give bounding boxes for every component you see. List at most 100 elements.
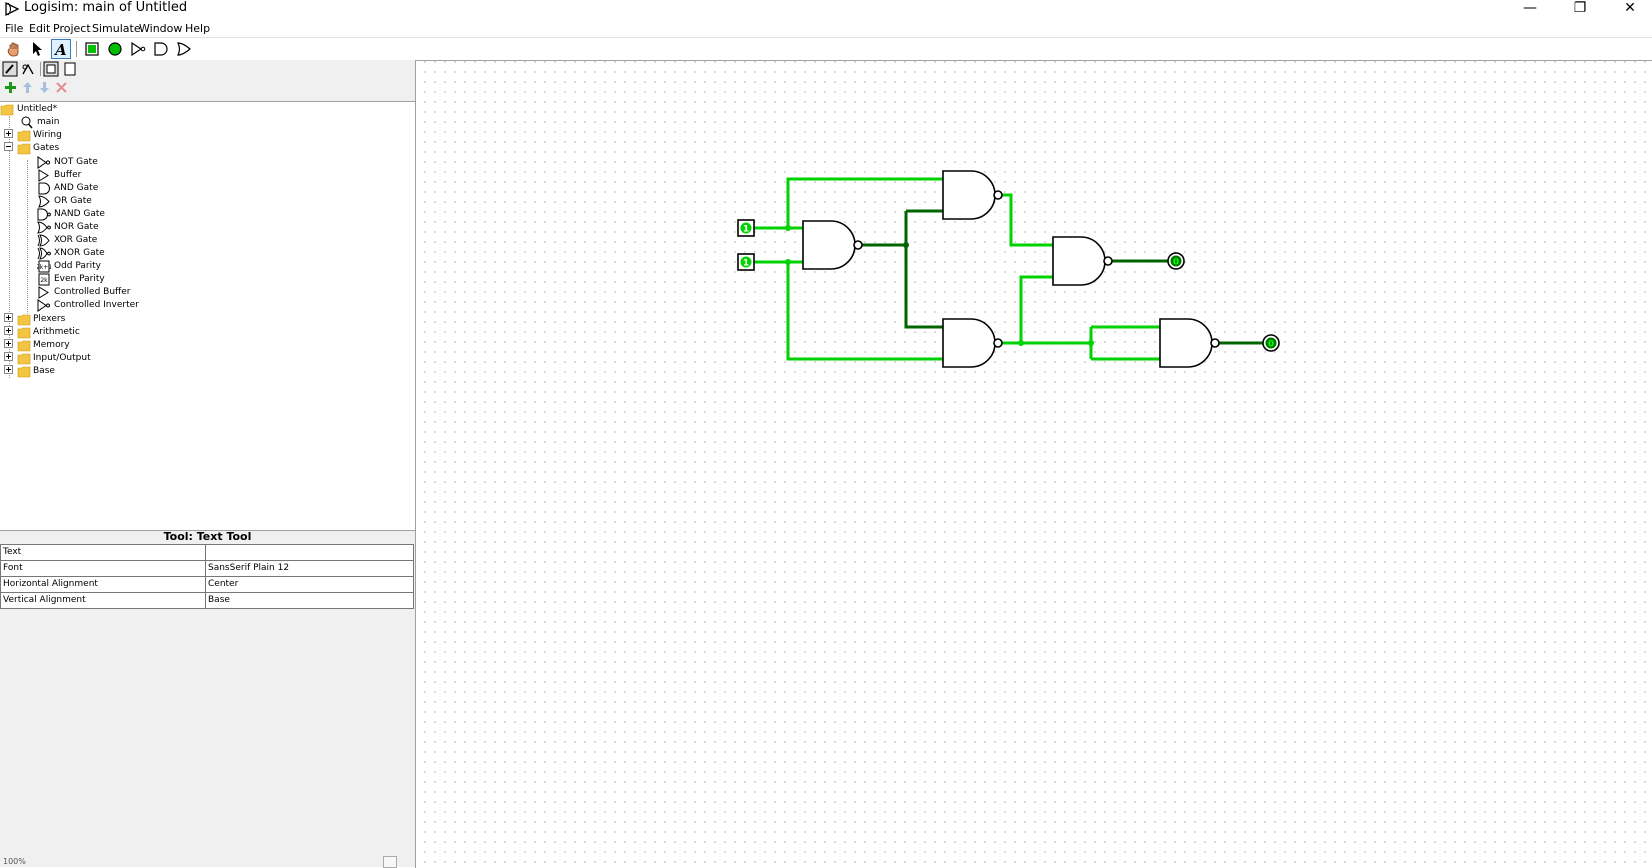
zoom-level: 100% <box>3 857 26 866</box>
tree-item-or-gate[interactable]: OR Gate <box>37 195 187 208</box>
edit-appearance-icon[interactable] <box>62 61 78 77</box>
tree-item-controlled-inverter[interactable]: Controlled Inverter <box>37 299 187 312</box>
input-pin[interactable]: 1 <box>737 253 755 271</box>
expand-plus-icon[interactable] <box>4 129 13 138</box>
restore-button[interactable]: ❐ <box>1560 0 1600 18</box>
tree-folder-wiring[interactable]: Wiring <box>4 129 154 142</box>
move-down-icon[interactable] <box>38 81 51 94</box>
circuit-canvas[interactable]: 1 1 0 0 <box>415 60 1652 868</box>
not-gate-icon[interactable] <box>129 40 147 58</box>
and-gate-icon[interactable] <box>152 40 170 58</box>
wire[interactable] <box>1019 275 1053 343</box>
tree-folder-arithmetic[interactable]: Arithmetic <box>4 326 154 339</box>
tree-label: NOR Gate <box>54 222 99 232</box>
delete-circuit-icon[interactable] <box>55 81 68 94</box>
menu-project[interactable]: Project <box>53 21 91 37</box>
window-title: Logisim: main of Untitled <box>24 0 188 15</box>
tree-item-xor-gate[interactable]: XOR Gate <box>37 234 187 247</box>
wire[interactable] <box>904 211 943 329</box>
input-pin-icon[interactable] <box>83 40 101 58</box>
expand-plus-icon[interactable] <box>4 352 13 361</box>
tree-item-nor-gate[interactable]: NOR Gate <box>37 221 187 234</box>
attr-row-text[interactable]: Text <box>0 544 414 561</box>
nand-gate[interactable] <box>1052 236 1113 286</box>
expand-plus-icon[interactable] <box>4 326 13 335</box>
tree-label: Buffer <box>54 170 82 180</box>
tree-label: Memory <box>33 340 70 350</box>
input-pin[interactable]: 1 <box>737 219 755 237</box>
or-gate-icon[interactable] <box>175 40 193 58</box>
attr-row-vertical-alignment[interactable]: Vertical Alignment Base <box>0 592 414 609</box>
tree-item-and-gate[interactable]: AND Gate <box>37 182 187 195</box>
menu-separator <box>0 37 1652 38</box>
attr-value-horizontal-alignment[interactable]: Center <box>205 576 414 593</box>
wire[interactable] <box>786 262 943 361</box>
text-tool-icon[interactable]: A <box>51 39 71 59</box>
tree-label: Plexers <box>33 314 66 324</box>
zoom-scroll-button[interactable] <box>383 856 397 868</box>
output-pin-value: 0 <box>1173 258 1179 268</box>
expand-plus-icon[interactable] <box>4 365 13 374</box>
even-parity-icon: 2k <box>38 273 50 286</box>
wire-junction <box>785 225 791 231</box>
tree-item-main[interactable]: main <box>20 116 140 129</box>
wire-junction <box>1018 340 1024 346</box>
show-simulation-icon[interactable] <box>20 61 36 77</box>
expand-plus-icon[interactable] <box>4 339 13 348</box>
nand-gate[interactable] <box>802 220 863 270</box>
tree-folder-base[interactable]: Base <box>4 365 154 378</box>
tree-folder-plexers[interactable]: Plexers <box>4 313 154 326</box>
tree-folder-memory[interactable]: Memory <box>4 339 154 352</box>
output-pin-icon[interactable] <box>106 40 124 58</box>
odd-parity-icon: 2k+1 <box>37 260 51 273</box>
tree-item-nand-gate[interactable]: NAND Gate <box>37 208 187 221</box>
poke-icon[interactable] <box>5 40 23 58</box>
add-circuit-icon[interactable] <box>4 81 17 94</box>
not-gate-icon <box>37 156 51 169</box>
tree-item-odd-parity[interactable]: 2k+1 Odd Parity <box>37 260 187 273</box>
tree-label: Base <box>33 366 55 376</box>
show-tools-icon[interactable] <box>2 61 18 77</box>
attr-key: Vertical Alignment <box>0 592 206 609</box>
menu-window[interactable]: Window <box>139 21 182 37</box>
folder-icon <box>17 353 31 365</box>
menu-help[interactable]: Help <box>185 21 210 37</box>
attr-value-vertical-alignment[interactable]: Base <box>205 592 414 609</box>
attr-row-font[interactable]: Font SansSerif Plain 12 <box>0 560 414 577</box>
tree-item-xnor-gate[interactable]: XNOR Gate <box>37 247 187 260</box>
tree-item-controlled-buffer[interactable]: Controlled Buffer <box>37 286 187 299</box>
select-icon[interactable] <box>28 40 46 58</box>
output-pin-value: 0 <box>1268 340 1274 350</box>
attribute-table: Text Font SansSerif Plain 12 Horizontal … <box>0 544 414 609</box>
input-pin-value: 1 <box>743 225 749 235</box>
menu-file[interactable]: File <box>5 21 23 37</box>
nand-gate[interactable] <box>942 170 1003 220</box>
tree-label: Wiring <box>33 130 62 140</box>
expand-plus-icon[interactable] <box>4 313 13 322</box>
tree-item-not-gate[interactable]: NOT Gate <box>37 156 187 169</box>
attr-value-font[interactable]: SansSerif Plain 12 <box>205 560 414 577</box>
menu-edit[interactable]: Edit <box>29 21 50 37</box>
collapse-minus-icon[interactable] <box>4 142 13 151</box>
controlled-buffer-icon <box>38 286 49 299</box>
menu-simulate[interactable]: Simulate <box>92 21 141 37</box>
title-bar: Logisim: main of Untitled — ❐ ✕ <box>0 0 1652 20</box>
move-up-icon[interactable] <box>21 81 34 94</box>
attr-row-horizontal-alignment[interactable]: Horizontal Alignment Center <box>0 576 414 593</box>
attr-value-text[interactable] <box>205 544 414 561</box>
edit-layout-icon[interactable] <box>43 61 59 77</box>
nand-gate[interactable] <box>1159 318 1220 368</box>
close-button[interactable]: ✕ <box>1610 0 1650 18</box>
xnor-gate-icon <box>37 247 51 260</box>
tree-folder-input-output[interactable]: Input/Output <box>4 352 154 365</box>
wire[interactable] <box>995 193 1053 247</box>
tree-project-root[interactable]: Untitled* <box>0 103 200 116</box>
nand-gate[interactable] <box>942 318 1003 368</box>
folder-icon <box>17 366 31 378</box>
input-pin-value: 1 <box>743 259 749 269</box>
tree-folder-gates[interactable]: Gates <box>4 142 154 155</box>
tree-item-buffer[interactable]: Buffer <box>37 169 187 182</box>
tree-item-even-parity[interactable]: 2k Even Parity <box>37 273 187 286</box>
minimize-button[interactable]: — <box>1510 0 1550 18</box>
tree-label: XNOR Gate <box>54 248 105 258</box>
